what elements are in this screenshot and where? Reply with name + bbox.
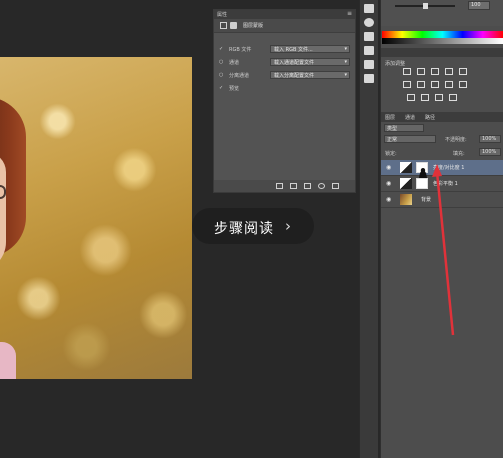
photo-face bbox=[0, 152, 6, 272]
tab-paths[interactable]: 路径 bbox=[425, 114, 435, 121]
view-previous-icon[interactable] bbox=[290, 183, 297, 189]
layer-kind-filter[interactable]: 类型 bbox=[384, 124, 424, 132]
posterize-adjust-icon[interactable] bbox=[421, 94, 429, 101]
chevron-down-icon: ▾ bbox=[344, 59, 347, 65]
property-row: ✓ RGB 文件 载入 RGB 文件... ▾ bbox=[218, 44, 354, 54]
color-balance-adjust-icon[interactable] bbox=[417, 81, 425, 88]
properties-panel: 属性 ≡ 图层蒙版 ✓ RGB 文件 载入 RGB 文件... ▾ ○ 通道 载入… bbox=[213, 9, 356, 193]
channel-mixer-adjust-icon[interactable] bbox=[459, 81, 467, 88]
document-canvas[interactable] bbox=[0, 57, 192, 379]
property-select-value: 载入通道配置文件 bbox=[274, 60, 315, 66]
slider-thumb[interactable] bbox=[423, 3, 428, 9]
brush-icon[interactable] bbox=[364, 60, 374, 69]
properties-footer bbox=[214, 180, 355, 192]
properties-icon[interactable] bbox=[364, 74, 374, 83]
vector-mask-icon[interactable] bbox=[230, 22, 237, 29]
levels-adjust-icon[interactable] bbox=[417, 68, 425, 75]
property-select[interactable]: 载入分离配置文件 ▾ bbox=[270, 71, 350, 79]
navigator-icon[interactable] bbox=[364, 18, 374, 27]
step-reading-label: 步骤阅读 bbox=[214, 221, 274, 237]
properties-header: 图层蒙版 bbox=[214, 19, 355, 33]
checkbox[interactable]: ✓ bbox=[219, 85, 223, 91]
layers-tab-bar: 图层 通道 路径 bbox=[381, 112, 503, 122]
property-label: 预览 bbox=[229, 86, 240, 92]
property-row: ○ 分离通道 载入分离配置文件 ▾ bbox=[218, 70, 354, 80]
info-icon[interactable] bbox=[364, 32, 374, 41]
brightness-adjust-icon[interactable] bbox=[403, 68, 411, 75]
reset-icon[interactable] bbox=[304, 183, 311, 189]
property-label: RGB 文件 bbox=[229, 47, 252, 53]
photo-filter-adjust-icon[interactable] bbox=[445, 81, 453, 88]
pixel-mask-icon[interactable] bbox=[220, 22, 227, 29]
curves-adjust-icon[interactable] bbox=[431, 68, 439, 75]
actions-icon[interactable] bbox=[364, 46, 374, 55]
vibrance-adjust-icon[interactable] bbox=[459, 68, 467, 75]
chevron-down-icon: ▾ bbox=[344, 46, 347, 52]
properties-tab[interactable]: 属性 bbox=[217, 11, 227, 18]
tab-layers[interactable]: 图层 bbox=[385, 114, 395, 121]
opacity-field[interactable]: 100% bbox=[479, 135, 501, 143]
gradient-map-adjust-icon[interactable] bbox=[449, 94, 457, 101]
chevron-down-icon: ▾ bbox=[344, 72, 347, 78]
property-row: ○ 通道 载入通道配置文件 ▾ bbox=[218, 57, 354, 67]
blend-mode-select[interactable]: 正常 bbox=[384, 135, 436, 143]
slider-value-field[interactable]: 100 bbox=[468, 1, 490, 10]
checkbox[interactable]: ○ bbox=[219, 59, 223, 65]
hue-adjust-icon[interactable] bbox=[403, 81, 411, 88]
property-select-value: 载入分离配置文件 bbox=[274, 73, 315, 79]
history-icon[interactable] bbox=[364, 4, 374, 13]
opacity-label: 不透明度: bbox=[445, 137, 467, 143]
property-row: ✓ 预览 bbox=[218, 83, 354, 93]
properties-title: 图层蒙版 bbox=[243, 23, 264, 29]
color-panel: 100 bbox=[381, 0, 503, 26]
panel-menu-icon[interactable]: ≡ bbox=[347, 10, 352, 17]
bw-adjust-icon[interactable] bbox=[431, 81, 439, 88]
step-reading-button[interactable]: 步骤阅读 › bbox=[192, 208, 314, 244]
trash-icon[interactable] bbox=[332, 183, 339, 189]
adjustments-tab-bar bbox=[381, 48, 503, 57]
chevron-right-icon: › bbox=[285, 217, 291, 235]
properties-tab-bar: 属性 ≡ bbox=[214, 10, 355, 19]
threshold-adjust-icon[interactable] bbox=[435, 94, 443, 101]
property-label: 分离通道 bbox=[229, 73, 250, 79]
property-select[interactable]: 载入 RGB 文件... ▾ bbox=[270, 45, 350, 53]
property-label: 通道 bbox=[229, 60, 240, 66]
photo-shirt bbox=[0, 342, 16, 379]
exposure-adjust-icon[interactable] bbox=[445, 68, 453, 75]
photoshop-workspace: 属性 ≡ 图层蒙版 ✓ RGB 文件 载入 RGB 文件... ▾ ○ 通道 载入… bbox=[0, 0, 503, 458]
property-select-value: 载入 RGB 文件... bbox=[274, 47, 313, 53]
grayscale-ramp[interactable] bbox=[382, 38, 503, 44]
panel-icon-strip bbox=[359, 0, 378, 458]
checkbox[interactable]: ○ bbox=[219, 72, 223, 78]
adjustments-title: 添加调整 bbox=[385, 61, 406, 67]
tab-channels[interactable]: 通道 bbox=[405, 114, 415, 121]
checkbox[interactable]: ✓ bbox=[219, 46, 223, 52]
annotation-arrow-icon bbox=[432, 164, 455, 336]
invert-adjust-icon[interactable] bbox=[407, 94, 415, 101]
visibility-icon[interactable] bbox=[318, 183, 325, 189]
color-spectrum[interactable] bbox=[382, 31, 503, 38]
clip-icon[interactable] bbox=[276, 183, 283, 189]
property-select[interactable]: 载入通道配置文件 ▾ bbox=[270, 58, 350, 66]
